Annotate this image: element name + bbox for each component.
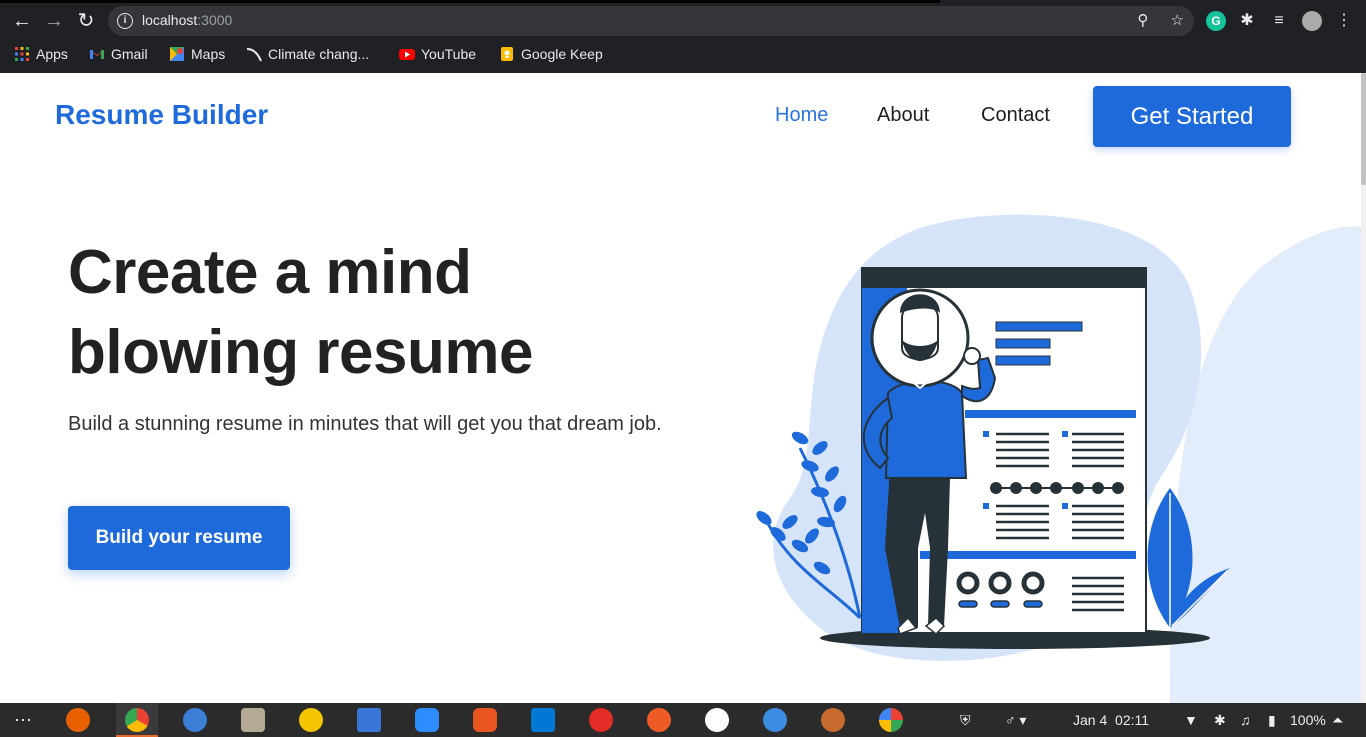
climate-icon xyxy=(246,45,262,62)
bookmark-label: Climate chang... xyxy=(268,46,370,62)
key-icon[interactable]: ⚲ xyxy=(1137,12,1148,29)
menu-dots-icon[interactable]: ⋮ xyxy=(1334,11,1354,31)
clock-date[interactable]: Jan 4 02:11 xyxy=(1073,703,1149,737)
slack-icon[interactable] xyxy=(705,708,729,732)
help-icon[interactable] xyxy=(763,708,787,732)
bookmark-keep[interactable]: Google Keep xyxy=(499,42,603,66)
bookmark-label: Gmail xyxy=(111,46,148,62)
url-text[interactable]: localhost:3000 xyxy=(142,12,232,28)
bookmark-gmail[interactable]: Gmail xyxy=(89,42,148,66)
browser-chrome: ← → ↻ i localhost:3000 ⚲ ☆ G ✱ ≡ ⋮ Apps xyxy=(0,0,1366,73)
software-center-icon[interactable] xyxy=(473,708,497,732)
bookmark-youtube[interactable]: YouTube xyxy=(399,42,476,66)
youtube-music-icon[interactable] xyxy=(589,708,613,732)
bookmark-label: Maps xyxy=(191,46,226,62)
scrollbar-thumb[interactable] xyxy=(1361,73,1366,185)
tray-menu-icon[interactable]: ⏶ xyxy=(1332,703,1343,737)
get-started-button[interactable]: Get Started xyxy=(1093,86,1291,147)
web-page: Resume Builder Home About Contact Get St… xyxy=(0,73,1366,703)
shield-icon[interactable]: ⛨ xyxy=(960,703,971,737)
bluetooth-icon[interactable]: ✱ xyxy=(1214,703,1226,737)
keep-icon xyxy=(499,45,515,62)
profile-avatar[interactable] xyxy=(1302,11,1322,31)
tab-strip xyxy=(0,0,940,3)
postman-icon[interactable] xyxy=(647,708,671,732)
thunderbird-icon[interactable] xyxy=(183,708,207,732)
nav-home[interactable]: Home xyxy=(775,104,828,127)
youtube-icon xyxy=(399,45,415,61)
writer-icon[interactable] xyxy=(357,708,381,732)
nav-contact[interactable]: Contact xyxy=(981,104,1050,127)
accessibility-icon[interactable]: ♂ ▾ xyxy=(1005,703,1026,737)
extensions-puzzle-icon[interactable]: ✱ xyxy=(1237,11,1257,31)
bookmark-climate[interactable]: Climate chang... xyxy=(246,42,369,66)
build-resume-button[interactable]: Build your resume xyxy=(68,506,290,570)
volume-icon[interactable]: ♫ xyxy=(1240,703,1251,737)
rhythmbox-icon[interactable] xyxy=(299,708,323,732)
bookmark-label: Google Keep xyxy=(521,46,603,62)
vscode-icon[interactable] xyxy=(531,708,555,732)
address-bar[interactable]: i localhost:3000 ⚲ ☆ xyxy=(108,6,1194,36)
brand-logo[interactable]: Resume Builder xyxy=(55,99,268,131)
apps-grid-icon xyxy=(14,45,30,62)
page-scrollbar[interactable] xyxy=(1361,73,1366,703)
battery-icon[interactable]: ▮ xyxy=(1268,703,1276,737)
resume-illustration xyxy=(756,214,1366,703)
grammarly-extension-icon[interactable]: G xyxy=(1206,11,1226,31)
site-info-icon[interactable]: i xyxy=(117,13,133,29)
firefox-icon[interactable] xyxy=(66,708,90,732)
star-icon[interactable]: ☆ xyxy=(1171,12,1184,29)
hero-subtitle: Build a stunning resume in minutes that … xyxy=(68,413,662,435)
os-taskbar: ⋯ ⛨ ♂ ▾ Jan 4 02:11 ▼ ✱ ♫ ▮ 100% ⏶ xyxy=(0,703,1366,737)
bookmark-label: Apps xyxy=(36,46,68,62)
gimp-icon[interactable] xyxy=(821,708,845,732)
background-blob xyxy=(1170,226,1366,703)
bookmark-label: YouTube xyxy=(421,46,477,62)
maps-icon xyxy=(169,45,185,62)
bookmark-maps[interactable]: Maps xyxy=(169,42,225,66)
app-grid-icon[interactable]: ⋯ xyxy=(14,703,32,737)
media-control-icon[interactable]: ≡ xyxy=(1269,11,1289,31)
zoom-icon[interactable] xyxy=(415,708,439,732)
reload-icon[interactable]: ↻ xyxy=(74,9,98,33)
hero-title: Create a mind blowing resume xyxy=(68,238,533,387)
back-icon[interactable]: ← xyxy=(10,9,34,33)
battery-percent: 100% xyxy=(1290,712,1326,728)
nav-about[interactable]: About xyxy=(877,104,929,127)
gmail-icon xyxy=(89,45,105,61)
solitaire-icon[interactable] xyxy=(879,708,903,732)
files-icon[interactable] xyxy=(241,708,265,732)
bookmark-apps[interactable]: Apps xyxy=(14,42,68,66)
chrome-icon[interactable] xyxy=(125,708,149,732)
wifi-icon[interactable]: ▼ xyxy=(1184,703,1198,737)
forward-icon[interactable]: → xyxy=(42,9,66,33)
